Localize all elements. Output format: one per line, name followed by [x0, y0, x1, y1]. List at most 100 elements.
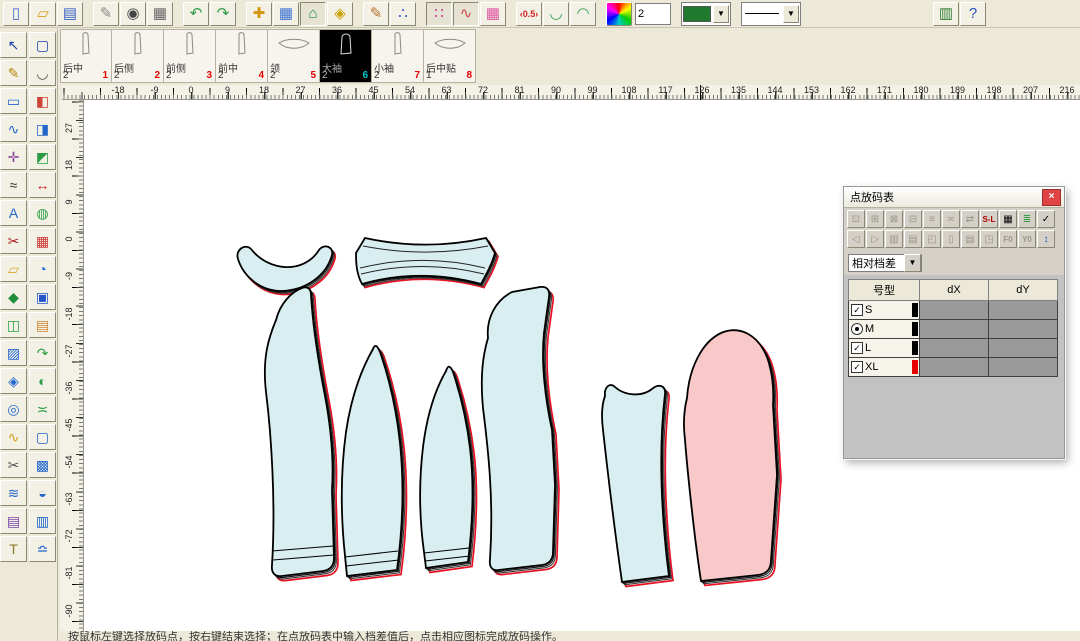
- y-zero-icon[interactable]: Y0: [1018, 230, 1036, 248]
- help-button[interactable]: ?: [960, 2, 986, 26]
- pattern-piece-big-sleeve[interactable]: [684, 330, 781, 585]
- stripe-fill-tool[interactable]: ▨: [0, 340, 27, 366]
- dot-piece-tool[interactable]: ▩: [29, 452, 56, 478]
- corner-copy-icon[interactable]: ◰: [923, 230, 941, 248]
- grid-chart-button[interactable]: ▦: [480, 2, 506, 26]
- line-style-select[interactable]: ▼: [741, 2, 801, 26]
- compare-piece-tool[interactable]: ◐: [29, 368, 56, 394]
- camera-button[interactable]: ◉: [120, 2, 146, 26]
- dy-cell[interactable]: [989, 320, 1058, 339]
- pattern-piece-collar-band[interactable]: [356, 238, 498, 288]
- piece-tab-前侧[interactable]: 前侧23: [164, 29, 216, 83]
- line-width-input[interactable]: [635, 3, 671, 25]
- window-button[interactable]: ▦: [273, 2, 299, 26]
- y-lines2-icon[interactable]: ▤: [961, 230, 979, 248]
- scatter-chart-button[interactable]: ∷: [426, 2, 452, 26]
- redo-button[interactable]: ↷: [210, 2, 236, 26]
- eraser-tool[interactable]: ▱: [0, 256, 27, 282]
- rectangle-tool[interactable]: ▭: [0, 88, 27, 114]
- flap-pocket-tool[interactable]: ▤: [29, 312, 56, 338]
- y-lines-icon[interactable]: ▤: [904, 230, 922, 248]
- airbrush-button[interactable]: ✎: [93, 2, 119, 26]
- t-square-tool[interactable]: T: [0, 536, 27, 562]
- text-tool[interactable]: A: [0, 200, 27, 226]
- curve-chart-button[interactable]: ∿: [453, 2, 479, 26]
- swap-xy-icon[interactable]: ⇄: [961, 210, 979, 228]
- paired-piece-tool[interactable]: ◒: [29, 480, 56, 506]
- notch-piece-tool[interactable]: ◧: [29, 88, 56, 114]
- pattern-piece-small-sleeve[interactable]: [602, 385, 673, 586]
- size-checkbox[interactable]: ✓: [851, 304, 863, 316]
- auto-grade-icon[interactable]: ↕: [1037, 230, 1055, 248]
- chevron-down-icon[interactable]: ▼: [713, 5, 729, 23]
- color-wheel-button[interactable]: [606, 2, 632, 26]
- piece-tab-小袖[interactable]: 小袖27: [372, 29, 424, 83]
- prev-point-icon[interactable]: ◁: [847, 230, 865, 248]
- undo-button[interactable]: ↶: [183, 2, 209, 26]
- pattern-piece-front-side[interactable]: [420, 367, 476, 573]
- save-button[interactable]: ▤: [57, 2, 83, 26]
- chevron-down-icon[interactable]: ▼: [904, 254, 921, 272]
- dx-cell[interactable]: [920, 301, 989, 320]
- grading-dialog-titlebar[interactable]: 点放码表 ×: [844, 187, 1064, 208]
- link-button[interactable]: ∴: [390, 2, 416, 26]
- curve-pair-tool[interactable]: ≈: [0, 172, 27, 198]
- corner-copy2-icon[interactable]: ◳: [980, 230, 998, 248]
- pattern-piece-back-center[interactable]: [265, 287, 338, 580]
- curve-piece-tool[interactable]: ◔: [29, 256, 56, 282]
- lock-button[interactable]: ◈: [327, 2, 353, 26]
- rounded-rect-tool[interactable]: ▢: [29, 424, 56, 450]
- sl-range-icon[interactable]: S-L: [980, 210, 998, 228]
- seam-measure-tool[interactable]: ≍: [29, 396, 56, 422]
- piece-tab-后中贴[interactable]: 后中贴18: [424, 29, 476, 83]
- copy-grade-icon[interactable]: ⊡: [847, 210, 865, 228]
- pleat-tool[interactable]: ◈: [0, 368, 27, 394]
- paste-grade-icon[interactable]: ⊞: [866, 210, 884, 228]
- copy-x-icon[interactable]: ⊠: [885, 210, 903, 228]
- check-icon[interactable]: ✓: [1037, 210, 1055, 228]
- film-button[interactable]: ▥: [933, 2, 959, 26]
- piece-tab-领[interactable]: 领25: [268, 29, 320, 83]
- sewing-machine-tool[interactable]: ▣: [29, 284, 56, 310]
- spiral-tool[interactable]: ◎: [0, 396, 27, 422]
- paste-y-icon[interactable]: ⊟: [904, 210, 922, 228]
- scissors-tool[interactable]: ✂: [0, 452, 27, 478]
- pencil-tool[interactable]: ✎: [0, 60, 27, 86]
- piece-tab-后侧[interactable]: 后侧22: [112, 29, 164, 83]
- equal-grade-icon[interactable]: ≡: [923, 210, 941, 228]
- grade-mode-select[interactable]: 相对档差 ▼: [848, 254, 922, 272]
- pair-lines-icon[interactable]: ▯: [942, 230, 960, 248]
- pocket-tool[interactable]: ◡: [29, 60, 56, 86]
- dy-cell[interactable]: [989, 301, 1058, 320]
- piece-check-tool[interactable]: ◩: [29, 144, 56, 170]
- panel-piece-tool[interactable]: ◨: [29, 116, 56, 142]
- wave-tool[interactable]: ∿: [0, 424, 27, 450]
- move-piece-tool[interactable]: ↷: [29, 340, 56, 366]
- tote-tool[interactable]: ◆: [0, 284, 27, 310]
- rect-select-tool[interactable]: ▢: [29, 32, 56, 58]
- chevron-down-icon[interactable]: ▼: [783, 5, 799, 23]
- pattern-piece-collar[interactable]: [237, 246, 335, 294]
- size-radio[interactable]: [851, 323, 863, 335]
- plaid-piece-tool[interactable]: ▦: [29, 228, 56, 254]
- brush-button[interactable]: ✎: [363, 2, 389, 26]
- new-button[interactable]: ▯: [3, 2, 29, 26]
- seam-allowance-tool[interactable]: ▤: [0, 508, 27, 534]
- piece-tab-前中[interactable]: 前中24: [216, 29, 268, 83]
- stitch-wave-tool[interactable]: ≋: [0, 480, 27, 506]
- size-checkbox[interactable]: ✓: [851, 361, 863, 373]
- piece-button[interactable]: ⌂: [300, 2, 326, 26]
- piece-tab-大袖[interactable]: 大袖26: [320, 29, 372, 83]
- dx-cell[interactable]: [920, 358, 989, 377]
- pattern-piece-front-center[interactable]: [482, 287, 559, 575]
- curtain-tool[interactable]: ≏: [29, 536, 56, 562]
- size-checkbox[interactable]: ✓: [851, 342, 863, 354]
- select-tool[interactable]: ↖: [0, 32, 27, 58]
- plotter-button[interactable]: ▦: [147, 2, 173, 26]
- button-tool[interactable]: ◍: [29, 200, 56, 226]
- close-icon[interactable]: ×: [1042, 189, 1061, 206]
- next-point-icon[interactable]: ▷: [866, 230, 884, 248]
- distribute-grade-icon[interactable]: ≍: [942, 210, 960, 228]
- curve-node-tool[interactable]: ∿: [0, 116, 27, 142]
- split-piece-tool[interactable]: ◫: [0, 312, 27, 338]
